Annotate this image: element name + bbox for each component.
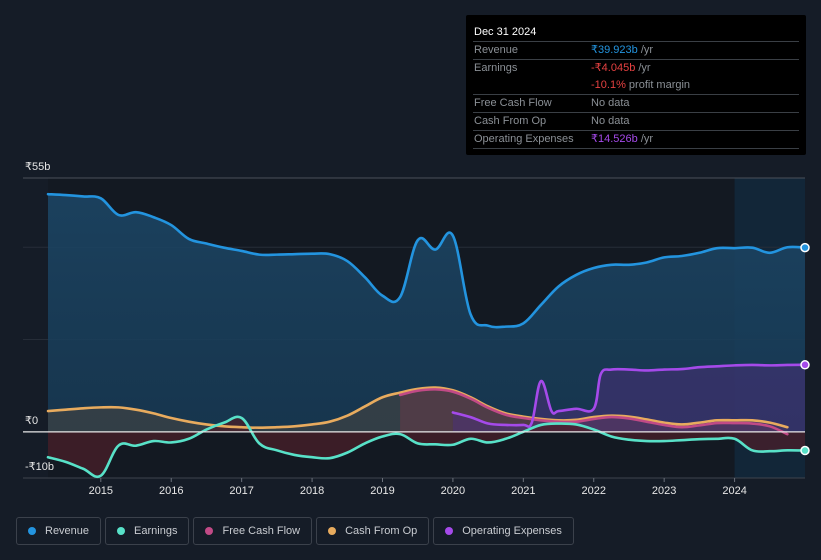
legend-item-earnings[interactable]: Earnings: [105, 517, 190, 545]
legend-label: Free Cash Flow: [222, 525, 301, 537]
legend-label: Operating Expenses: [462, 525, 562, 537]
tooltip-label: [473, 77, 591, 94]
x-tick-label: 2019: [370, 485, 395, 497]
x-tick-label: 2023: [651, 485, 677, 497]
tooltip-unit: /yr: [637, 44, 654, 56]
endpoint-revenue: [800, 242, 810, 253]
x-tick-label: 2020: [440, 485, 466, 497]
legend-dot-icon: [117, 527, 126, 535]
endpoint-operating-expenses: [800, 360, 810, 370]
y-tick-label-top: ₹55b: [25, 161, 51, 173]
legend-label: Earnings: [134, 525, 178, 537]
tooltip-row-operating-expenses: Operating Expenses ₹14.526b /yr: [473, 131, 799, 149]
x-tick-label: 2024: [722, 485, 747, 497]
legend-item-revenue[interactable]: Revenue: [16, 517, 102, 545]
tooltip-value: No data: [591, 97, 630, 109]
legend-item-free-cash-flow[interactable]: Free Cash Flow: [193, 517, 313, 545]
tooltip-panel: Dec 31 2024 Revenue ₹39.923b /yr Earning…: [466, 15, 806, 155]
y-tick-label-zero: ₹0: [25, 415, 39, 427]
tooltip-row-free-cash-flow: Free Cash Flow No data: [473, 95, 799, 113]
x-tick-label: 2017: [229, 485, 254, 497]
tooltip-value: ₹39.923b: [591, 44, 638, 56]
legend-dot-icon: [328, 527, 337, 535]
tooltip-value: -₹4.045b: [591, 62, 636, 74]
tooltip-unit: /yr: [637, 133, 654, 145]
tooltip-unit: profit margin: [625, 79, 691, 91]
tooltip-date: Dec 31 2024: [473, 23, 799, 42]
legend-item-operating-expenses[interactable]: Operating Expenses: [433, 517, 574, 545]
x-tick-label: 2015: [88, 485, 114, 497]
chart-legend: Revenue Earnings Free Cash Flow Cash Fro…: [16, 517, 574, 545]
legend-dot-icon: [445, 527, 454, 535]
legend-item-cash-from-op[interactable]: Cash From Op: [316, 517, 430, 545]
tooltip-row-revenue: Revenue ₹39.923b /yr: [473, 42, 799, 60]
tooltip-value: ₹14.526b: [591, 133, 638, 145]
tooltip-value: No data: [591, 115, 630, 127]
legend-label: Cash From Op: [345, 525, 418, 537]
legend-dot-icon: [28, 527, 36, 535]
tooltip-row-earnings: Earnings -₹4.045b /yr: [473, 60, 799, 77]
y-tick-label-bottom: -₹10b: [25, 461, 55, 473]
tooltip-label: Earnings: [474, 62, 518, 74]
x-tick-label: 2018: [299, 485, 325, 497]
tooltip-label: Revenue: [474, 44, 519, 56]
legend-dot-icon: [205, 527, 214, 535]
x-tick-label: 2021: [511, 485, 536, 497]
tooltip-row-cash-from-op: Cash From Op No data: [473, 113, 799, 131]
tooltip-unit: /yr: [635, 62, 651, 74]
tooltip-label: Operating Expenses: [474, 133, 574, 145]
tooltip-label: Cash From Op: [474, 115, 547, 127]
x-tick-label: 2022: [581, 485, 606, 497]
tooltip-row-profit-margin: -10.1% profit margin: [473, 77, 799, 95]
x-tick-label: 2016: [158, 485, 184, 497]
tooltip-label: Free Cash Flow: [474, 97, 552, 109]
legend-label: Revenue: [45, 525, 90, 537]
endpoint-earnings: [800, 445, 810, 456]
x-axis: [100, 478, 736, 482]
tooltip-value: -10.1%: [591, 79, 626, 91]
